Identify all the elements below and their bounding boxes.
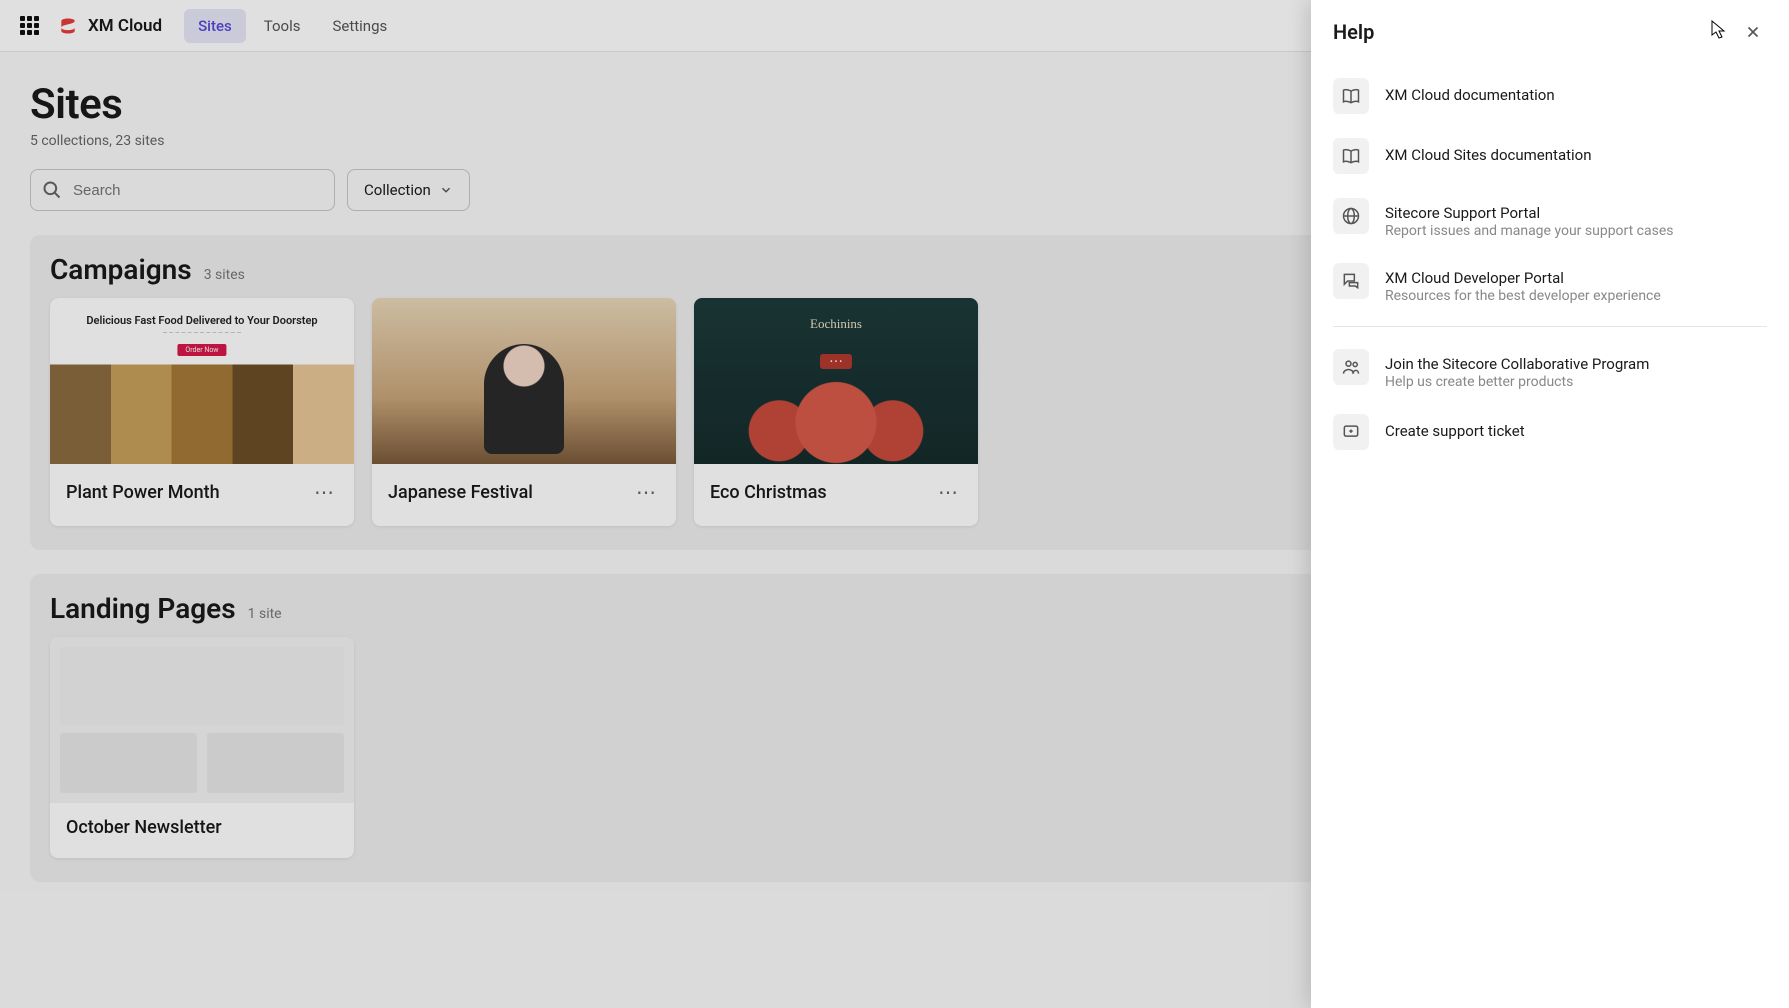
help-item-label: XM Cloud Sites documentation bbox=[1385, 146, 1592, 164]
help-item-label: Create support ticket bbox=[1385, 422, 1525, 440]
help-item-label: XM Cloud documentation bbox=[1385, 86, 1555, 104]
help-panel: Help XM Cloud documentation XM Cloud Sit… bbox=[1311, 0, 1789, 1008]
help-item-desc: Report issues and manage your support ca… bbox=[1385, 223, 1674, 239]
close-icon bbox=[1744, 23, 1762, 41]
help-item-label: XM Cloud Developer Portal bbox=[1385, 269, 1661, 287]
book-icon bbox=[1333, 138, 1369, 174]
help-item-desc: Help us create better products bbox=[1385, 374, 1649, 390]
divider bbox=[1333, 326, 1767, 327]
book-icon bbox=[1333, 78, 1369, 114]
help-item-developer-portal[interactable]: XM Cloud Developer Portal Resources for … bbox=[1323, 251, 1777, 316]
group-icon bbox=[1333, 349, 1369, 385]
close-button[interactable] bbox=[1739, 18, 1767, 46]
help-item-label: Join the Sitecore Collaborative Program bbox=[1385, 355, 1649, 373]
help-title: Help bbox=[1333, 20, 1374, 44]
help-item-collaborative-program[interactable]: Join the Sitecore Collaborative Program … bbox=[1323, 337, 1777, 402]
help-item-desc: Resources for the best developer experie… bbox=[1385, 288, 1661, 304]
ticket-icon bbox=[1333, 414, 1369, 450]
help-item-support-portal[interactable]: Sitecore Support Portal Report issues an… bbox=[1323, 186, 1777, 251]
help-item-sites-docs[interactable]: XM Cloud Sites documentation bbox=[1323, 126, 1777, 186]
globe-icon bbox=[1333, 198, 1369, 234]
help-item-label: Sitecore Support Portal bbox=[1385, 204, 1674, 222]
help-item-xm-cloud-docs[interactable]: XM Cloud documentation bbox=[1323, 66, 1777, 126]
chat-icon bbox=[1333, 263, 1369, 299]
help-item-create-ticket[interactable]: Create support ticket bbox=[1323, 402, 1777, 462]
